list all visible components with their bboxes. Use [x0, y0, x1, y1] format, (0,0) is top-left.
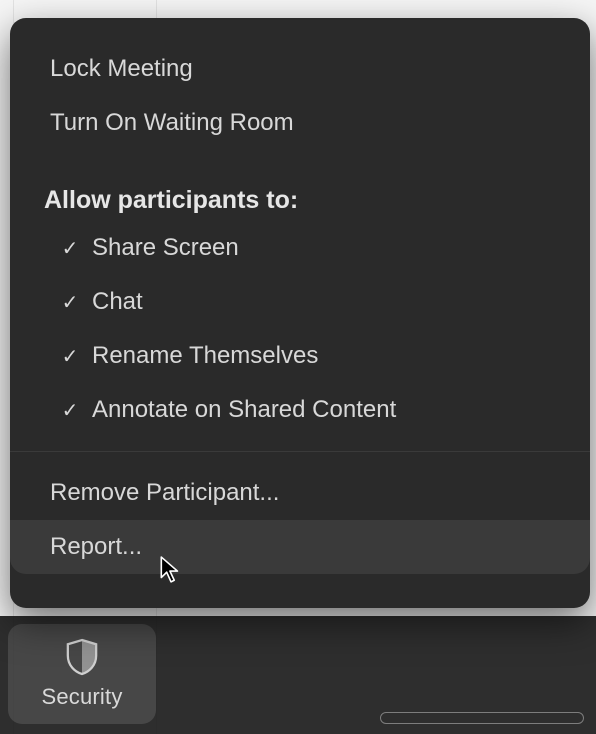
menu-item-label: Report...: [44, 533, 142, 561]
menu-item-chat[interactable]: ✓ Chat: [10, 275, 590, 329]
menu-item-remove-participant[interactable]: Remove Participant...: [10, 466, 590, 520]
menu-item-label: Rename Themselves: [86, 342, 318, 370]
menu-item-label: Remove Participant...: [44, 479, 279, 507]
check-icon: ✓: [54, 290, 86, 315]
menu-item-lock-meeting[interactable]: Lock Meeting: [10, 42, 590, 96]
menu-item-label: Annotate on Shared Content: [86, 396, 396, 424]
menu-item-annotate[interactable]: ✓ Annotate on Shared Content: [10, 383, 590, 437]
menu-item-label: Turn On Waiting Room: [44, 109, 294, 137]
check-icon: ✓: [54, 398, 86, 423]
menu-item-rename[interactable]: ✓ Rename Themselves: [10, 329, 590, 383]
menu-item-label: Chat: [86, 288, 143, 316]
menu-separator: [10, 451, 590, 452]
check-icon: ✓: [54, 236, 86, 261]
horizontal-scrollbar[interactable]: [380, 712, 584, 724]
security-toolbar-button[interactable]: Security: [8, 624, 156, 724]
menu-item-label: Share Screen: [86, 234, 239, 262]
menu-item-report[interactable]: Report...: [10, 520, 590, 574]
menu-item-waiting-room[interactable]: Turn On Waiting Room: [10, 96, 590, 150]
check-icon: ✓: [54, 344, 86, 369]
security-toolbar-label: Security: [41, 684, 122, 710]
menu-item-share-screen[interactable]: ✓ Share Screen: [10, 221, 590, 275]
menu-item-label: Lock Meeting: [44, 55, 193, 83]
meeting-toolbar: Security: [0, 616, 596, 734]
menu-heading-allow: Allow participants to:: [10, 172, 590, 221]
shield-icon: [65, 638, 99, 676]
security-menu: Lock Meeting Turn On Waiting Room Allow …: [10, 18, 590, 608]
